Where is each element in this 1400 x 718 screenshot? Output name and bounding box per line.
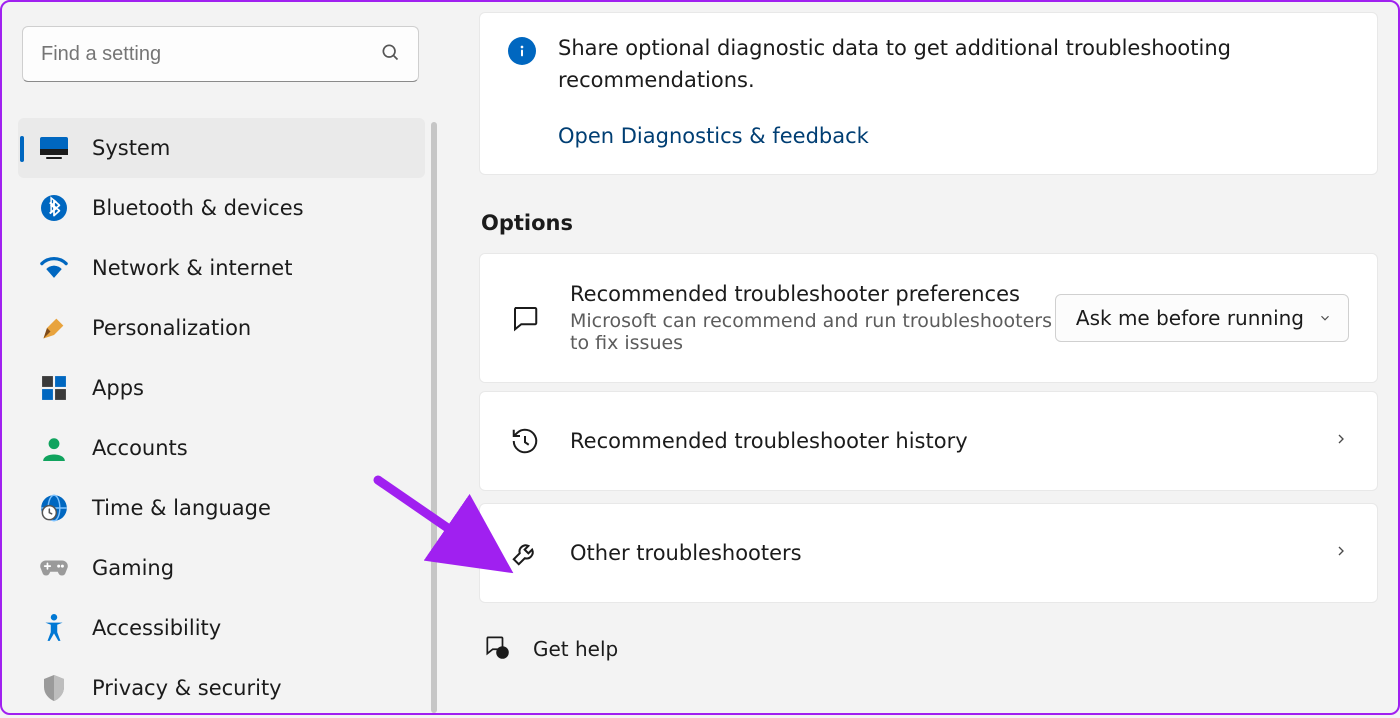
apps-icon <box>40 374 68 402</box>
history-card-title: Recommended troubleshooter history <box>570 429 1333 453</box>
pref-card-title: Recommended troubleshooter preferences <box>570 282 1055 306</box>
chevron-right-icon <box>1333 431 1349 451</box>
search-input-field[interactable] <box>41 43 380 66</box>
sidebar-item-apps[interactable]: Apps <box>18 358 425 418</box>
sidebar-item-time-language[interactable]: Time & language <box>18 478 425 538</box>
sidebar-item-label: Privacy & security <box>92 676 282 700</box>
time-language-icon <box>40 494 68 522</box>
get-help-link[interactable]: ? Get help <box>479 611 1378 664</box>
history-icon <box>508 424 542 458</box>
diagnostics-info-card: Share optional diagnostic data to get ad… <box>479 12 1378 175</box>
open-diagnostics-link[interactable]: Open Diagnostics & feedback <box>558 124 1349 148</box>
pref-card-desc: Microsoft can recommend and run troubles… <box>570 310 1055 354</box>
sidebar-item-personalization[interactable]: Personalization <box>18 298 425 358</box>
wifi-icon <box>40 254 68 282</box>
accessibility-icon <box>40 614 68 642</box>
chat-icon <box>508 301 542 335</box>
other-card-title: Other troubleshooters <box>570 541 1333 565</box>
troubleshooter-preferences-card[interactable]: Recommended troubleshooter preferences M… <box>479 253 1378 383</box>
sidebar: System Bluetooth & devices Network & int… <box>2 2 437 713</box>
sidebar-item-label: Accessibility <box>92 616 221 640</box>
personalization-icon <box>40 314 68 342</box>
sidebar-item-label: Accounts <box>92 436 188 460</box>
dropdown-value: Ask me before running <box>1076 306 1304 330</box>
wrench-icon <box>508 536 542 570</box>
main-content: Share optional diagnostic data to get ad… <box>437 2 1398 713</box>
sidebar-item-system[interactable]: System <box>18 118 425 178</box>
troubleshooter-history-card[interactable]: Recommended troubleshooter history <box>479 391 1378 491</box>
diagnostics-info-text: Share optional diagnostic data to get ad… <box>558 33 1349 96</box>
get-help-label: Get help <box>533 637 618 661</box>
other-troubleshooters-card[interactable]: Other troubleshooters <box>479 503 1378 603</box>
sidebar-nav: System Bluetooth & devices Network & int… <box>18 118 425 718</box>
svg-text:?: ? <box>500 649 504 658</box>
sidebar-item-label: System <box>92 136 170 160</box>
sidebar-item-label: Gaming <box>92 556 174 580</box>
sidebar-item-gaming[interactable]: Gaming <box>18 538 425 598</box>
sidebar-item-bluetooth[interactable]: Bluetooth & devices <box>18 178 425 238</box>
sidebar-item-privacy[interactable]: Privacy & security <box>18 658 425 718</box>
chevron-right-icon <box>1333 543 1349 563</box>
chevron-down-icon <box>1318 306 1332 330</box>
sidebar-item-accounts[interactable]: Accounts <box>18 418 425 478</box>
gaming-icon <box>40 554 68 582</box>
accounts-icon <box>40 434 68 462</box>
search-icon <box>380 42 400 66</box>
sidebar-item-network[interactable]: Network & internet <box>18 238 425 298</box>
sidebar-item-label: Apps <box>92 376 144 400</box>
sidebar-item-label: Network & internet <box>92 256 292 280</box>
sidebar-item-label: Personalization <box>92 316 251 340</box>
help-icon: ? <box>483 633 509 664</box>
bluetooth-icon <box>40 194 68 222</box>
info-icon <box>508 37 536 65</box>
sidebar-item-accessibility[interactable]: Accessibility <box>18 598 425 658</box>
sidebar-item-label: Bluetooth & devices <box>92 196 304 220</box>
sidebar-scrollbar[interactable] <box>431 122 437 713</box>
privacy-icon <box>40 674 68 702</box>
search-input[interactable] <box>22 26 419 82</box>
sidebar-item-label: Time & language <box>92 496 271 520</box>
troubleshooter-pref-dropdown[interactable]: Ask me before running <box>1055 294 1349 342</box>
system-icon <box>40 134 68 162</box>
options-heading: Options <box>481 211 1378 235</box>
